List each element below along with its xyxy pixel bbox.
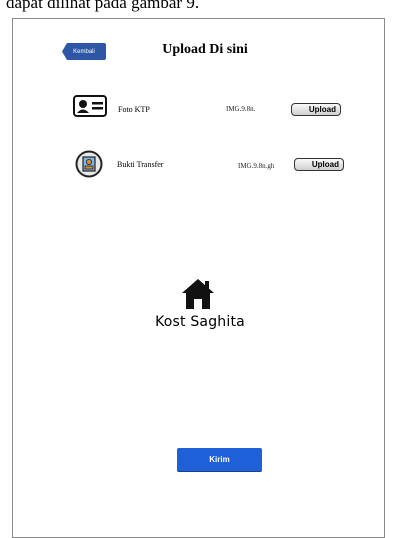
transfer-receipt-icon: [75, 150, 103, 183]
foto-ktp-upload-button[interactable]: Upload: [291, 103, 341, 116]
submit-button[interactable]: Kirim: [177, 448, 262, 471]
foto-ktp-filename: IMG.9.8n.: [226, 105, 256, 113]
bukti-transfer-label: Bukti Transfer: [117, 160, 164, 169]
foto-ktp-label: Foto KTP: [118, 105, 150, 114]
id-card-icon: [73, 95, 107, 122]
bukti-transfer-upload-button[interactable]: Upload: [294, 158, 344, 171]
bukti-transfer-filename: IMG.9.8n.gh: [238, 162, 275, 170]
brand-name: Kost Saghita: [155, 314, 245, 330]
page-title: Upload Di sini: [162, 42, 248, 57]
house-icon: [180, 277, 216, 316]
back-button[interactable]: Kembali: [62, 43, 106, 60]
caption-text: dapat dilihat pada gambar 9.: [6, 0, 200, 12]
